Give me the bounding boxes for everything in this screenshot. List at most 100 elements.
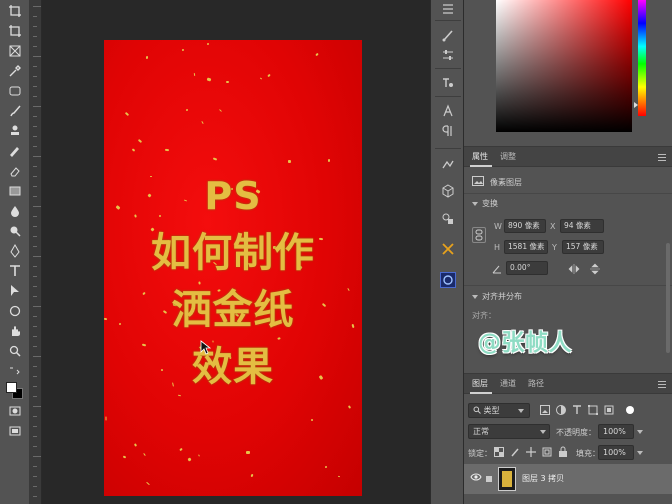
hand-icon[interactable]: [8, 324, 22, 338]
foreground-color-swatch[interactable]: [6, 382, 17, 393]
crop-icon[interactable]: [8, 24, 22, 38]
3d-cube-icon[interactable]: [441, 184, 455, 198]
history-icon[interactable]: [441, 2, 455, 16]
width-field[interactable]: 890 像素: [504, 219, 546, 233]
filter-chevron-icon[interactable]: [518, 409, 524, 413]
ruler-tick: [33, 346, 37, 347]
gold-flake: [124, 111, 130, 117]
fill-chevron-icon[interactable]: [637, 451, 643, 455]
canvas-area[interactable]: PS 如何制作 洒金纸 效果: [42, 0, 430, 504]
tab-properties[interactable]: 属性: [472, 151, 488, 162]
screen-mode-icon[interactable]: [8, 424, 22, 438]
rect-marquee-icon[interactable]: [8, 84, 22, 98]
height-field[interactable]: 1581 像素: [504, 240, 548, 254]
width-label: W: [494, 222, 502, 231]
gold-flake: [324, 465, 328, 469]
eyedropper-icon[interactable]: [8, 64, 22, 78]
gradient-icon[interactable]: [8, 184, 22, 198]
tab-adjustments[interactable]: 调整: [500, 151, 516, 162]
brush-settings-icon[interactable]: [441, 28, 455, 42]
ruler-tick: [33, 486, 37, 487]
tool-presets-icon[interactable]: [441, 242, 455, 256]
layer-row[interactable]: 图层 3 拷贝: [464, 464, 672, 494]
dodge-icon[interactable]: [8, 224, 22, 238]
properties-scrollbar[interactable]: [666, 243, 670, 353]
hue-slider[interactable]: [638, 0, 646, 116]
ruler-tick: [33, 66, 37, 67]
gold-flake: [206, 77, 212, 82]
color-field[interactable]: [496, 0, 632, 132]
adjust-sliders-icon[interactable]: [441, 48, 455, 62]
eye-icon[interactable]: [470, 473, 482, 484]
opacity-field[interactable]: 100%: [598, 424, 634, 439]
opacity-label: 不透明度：: [556, 428, 596, 437]
x-field[interactable]: 94 像素: [560, 219, 604, 233]
document-canvas[interactable]: PS 如何制作 洒金纸 效果: [104, 40, 362, 496]
tab-layers[interactable]: 图层: [472, 378, 488, 389]
character-icon[interactable]: [441, 76, 455, 90]
blend-mode-chevron-icon[interactable]: [540, 430, 546, 434]
zoom-icon[interactable]: [8, 344, 22, 358]
filter-pixel-icon[interactable]: [540, 405, 550, 415]
ruler-tick: [33, 376, 37, 377]
ruler-tick: [33, 226, 37, 227]
path-select-icon[interactable]: [8, 284, 22, 298]
panel-menu-icon[interactable]: [658, 154, 666, 163]
text-a-icon[interactable]: [441, 104, 455, 118]
blur-icon[interactable]: [8, 204, 22, 218]
chevron-down-icon[interactable]: [472, 202, 478, 206]
quick-mask-icon[interactable]: [8, 404, 22, 418]
blend-mode-select[interactable]: 正常: [468, 424, 550, 439]
angle-field[interactable]: 0.00°: [506, 261, 548, 275]
ruler-tick: [33, 46, 37, 47]
y-field[interactable]: 157 像素: [562, 240, 604, 254]
layer-name[interactable]: 图层 3 拷贝: [522, 473, 564, 484]
filter-shape-icon[interactable]: [588, 405, 598, 415]
ruler-tick: [33, 476, 37, 477]
right-panels: 属性 调整 像素图层 变换 W 890 像素 X 94 像素 H 1581 像素…: [464, 0, 672, 504]
frame-icon[interactable]: [8, 44, 22, 58]
layers-menu-icon[interactable]: [658, 381, 666, 390]
opacity-chevron-icon[interactable]: [637, 430, 643, 434]
ruler-tick: [33, 406, 41, 407]
lock-all-icon[interactable]: [558, 446, 568, 458]
flip-horizontal-icon[interactable]: [568, 264, 580, 274]
align-chevron-icon[interactable]: [472, 295, 478, 299]
info-icon[interactable]: [441, 156, 455, 170]
tab-channels[interactable]: 通道: [500, 378, 516, 389]
gold-flake: [219, 109, 222, 112]
artboard-icon[interactable]: [8, 4, 22, 18]
hue-slider-handle[interactable]: [634, 102, 638, 108]
lock-transparent-icon[interactable]: [494, 447, 504, 457]
brush-icon[interactable]: [8, 104, 22, 118]
filter-smart-object-icon[interactable]: [604, 405, 614, 415]
layer-thumbnail: [498, 467, 516, 491]
eraser-icon[interactable]: [8, 164, 22, 178]
lock-position-icon[interactable]: [526, 447, 536, 457]
lock-artboard-icon[interactable]: [542, 447, 552, 457]
tab-paths[interactable]: 路径: [528, 378, 544, 389]
ruler-tick: [33, 366, 37, 367]
link-proportions-icon[interactable]: [472, 227, 486, 243]
stamp-icon[interactable]: [8, 124, 22, 138]
pen-icon[interactable]: [8, 244, 22, 258]
ruler-tick: [33, 386, 37, 387]
lock-pixels-icon[interactable]: [510, 447, 520, 457]
history-brush-icon[interactable]: [8, 144, 22, 158]
paragraph-icon[interactable]: [441, 124, 455, 138]
type-icon[interactable]: [8, 264, 22, 278]
ruler-tick: [33, 196, 37, 197]
filter-type-icon[interactable]: [572, 405, 582, 415]
ellipse-icon[interactable]: [8, 304, 22, 318]
gold-flake: [347, 405, 352, 409]
libraries-icon[interactable]: [440, 272, 456, 288]
fill-field[interactable]: 100%: [598, 445, 634, 460]
poster-title: PS 如何制作 洒金纸 效果: [104, 168, 362, 396]
swap-colors-icon[interactable]: [8, 364, 22, 378]
clone-source-icon[interactable]: [441, 212, 455, 226]
filter-adjustment-icon[interactable]: [556, 405, 566, 415]
ruler-tick: [33, 446, 37, 447]
flip-vertical-icon[interactable]: [590, 263, 600, 275]
filter-toggle-icon[interactable]: [624, 404, 636, 416]
ruler-tick: [33, 396, 37, 397]
